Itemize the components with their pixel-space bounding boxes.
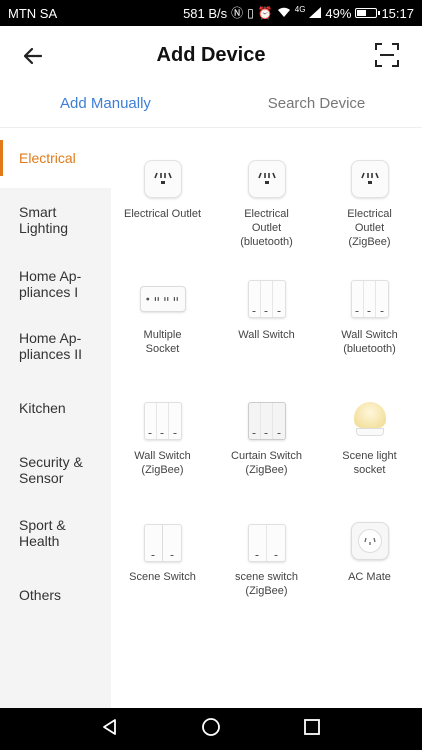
tab-bar: Add Manually Search Device	[0, 84, 422, 128]
device-label: AC Mate	[348, 571, 391, 583]
nfc-icon: Ⓝ	[231, 6, 244, 20]
sidebar-item-security-sensor[interactable]: Security & Sensor	[0, 440, 100, 500]
device-label: Curtain Switch (ZigBee)	[231, 450, 302, 476]
nav-back-icon[interactable]	[101, 718, 119, 741]
device-label: Multiple Socket	[143, 329, 182, 355]
scene-switch-icon	[143, 524, 182, 562]
curtain-switch-icon	[247, 402, 286, 440]
outlet-icon	[143, 160, 182, 198]
vibrate-icon: ▯	[247, 6, 254, 20]
device-label: scene switch (ZigBee)	[235, 571, 298, 597]
battery-percent: 49%	[325, 5, 352, 21]
wall-switch-icon	[247, 280, 286, 318]
wall-switch-icon	[143, 402, 182, 440]
device-label: Electrical Outlet (ZigBee)	[347, 208, 392, 248]
wall-switch-icon	[350, 280, 389, 318]
device-label: Wall Switch (ZigBee)	[134, 450, 191, 476]
scene-switch-icon	[247, 524, 286, 562]
device-electrical-outlet[interactable]: Electrical Outlet	[111, 154, 214, 254]
signal-label: 4G	[294, 4, 306, 14]
device-electrical-outlet-zigbee[interactable]: Electrical Outlet (ZigBee)	[318, 154, 421, 254]
signal-icon	[309, 6, 322, 20]
status-bar: MTN SA 581 B/s Ⓝ ▯ ⏰ 4G 49% 15:17	[0, 0, 422, 26]
page-title: Add Device	[156, 43, 266, 66]
sidebar-item-others[interactable]: Others	[0, 565, 111, 625]
device-label: Scene light socket	[342, 450, 397, 476]
device-grid: Electrical Outlet Electrical Outlet (blu…	[111, 128, 422, 708]
sidebar-item-home-appliances-2[interactable]: Home Ap-pliances II	[0, 316, 100, 376]
tab-search-device[interactable]: Search Device	[211, 84, 422, 127]
outlet-icon	[247, 160, 286, 198]
device-label: Scene Switch	[129, 571, 196, 583]
tab-add-manually[interactable]: Add Manually	[0, 84, 211, 127]
header: Add Device	[0, 26, 422, 84]
device-label: Electrical Outlet	[123, 208, 202, 220]
scan-icon[interactable]	[374, 42, 400, 68]
device-wall-switch[interactable]: Wall Switch	[215, 276, 318, 376]
device-scene-switch-zigbee[interactable]: scene switch (ZigBee)	[215, 520, 318, 620]
device-curtain-switch-zigbee[interactable]: Curtain Switch (ZigBee)	[215, 398, 318, 498]
device-electrical-outlet-bluetooth[interactable]: Electrical Outlet (bluetooth)	[215, 154, 318, 254]
category-sidebar: Electrical Smart Lighting Home Ap-plianc…	[0, 128, 111, 708]
device-ac-mate[interactable]: AC Mate	[318, 520, 421, 620]
device-scene-light-socket[interactable]: Scene light socket	[318, 398, 421, 498]
power-strip-icon	[139, 286, 186, 312]
sidebar-item-electrical[interactable]: Electrical	[0, 128, 111, 188]
nav-recents-icon[interactable]	[303, 718, 321, 741]
device-multiple-socket[interactable]: Multiple Socket	[111, 276, 214, 376]
sidebar-item-home-appliances-1[interactable]: Home Ap-pliances I	[0, 254, 100, 314]
nav-home-icon[interactable]	[201, 717, 221, 742]
device-label: Electrical Outlet (bluetooth)	[240, 208, 293, 248]
device-label: Wall Switch (bluetooth)	[341, 329, 398, 355]
device-label: Wall Switch	[238, 329, 295, 341]
navigation-bar	[0, 708, 422, 750]
lamp-icon	[353, 402, 386, 436]
device-wall-switch-zigbee[interactable]: Wall Switch (ZigBee)	[111, 398, 214, 498]
clock: 15:17	[381, 5, 414, 21]
carrier-name: MTN SA	[8, 5, 58, 21]
ac-mate-icon	[350, 522, 389, 560]
network-speed: 581 B/s	[183, 5, 228, 21]
alarm-icon: ⏰	[257, 6, 273, 20]
device-scene-switch[interactable]: Scene Switch	[111, 520, 214, 620]
wifi-icon	[277, 7, 291, 20]
sidebar-item-kitchen[interactable]: Kitchen	[0, 378, 111, 438]
device-wall-switch-bluetooth[interactable]: Wall Switch (bluetooth)	[318, 276, 421, 376]
outlet-icon	[350, 160, 389, 198]
back-arrow-icon[interactable]	[20, 43, 46, 69]
sidebar-item-sport-health[interactable]: Sport & Health	[0, 503, 90, 563]
sidebar-item-smart-lighting[interactable]: Smart Lighting	[0, 190, 90, 250]
battery-icon	[355, 8, 381, 18]
